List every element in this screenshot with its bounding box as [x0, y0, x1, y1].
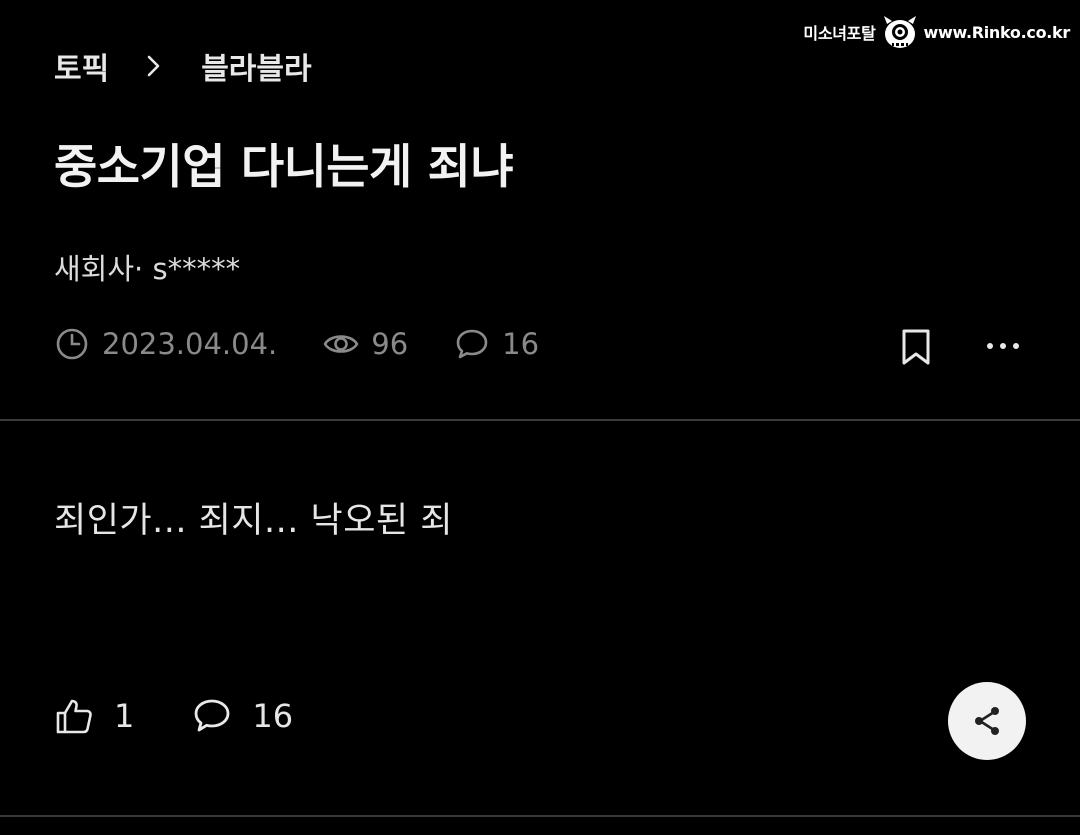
watermark-site-name: 미소녀포탈	[803, 24, 876, 43]
post-views-count: 96	[371, 327, 409, 361]
post-author[interactable]: 새회사· s*****	[54, 246, 240, 288]
post-title: 중소기업 다니는게 죄냐	[54, 140, 514, 195]
share-icon	[975, 707, 999, 735]
comment-count: 16	[252, 697, 294, 735]
breadcrumb: 토픽 블라블라	[54, 44, 312, 88]
post-comments-count: 16	[502, 327, 540, 361]
divider	[0, 419, 1080, 421]
post-comments: 16	[454, 326, 539, 362]
comment-bubble-icon	[456, 329, 488, 359]
eye-icon	[323, 335, 359, 353]
comment-bubble-icon	[194, 699, 230, 732]
like-count: 1	[114, 697, 135, 735]
breadcrumb-topic[interactable]: 토픽	[54, 44, 109, 88]
post-date-text: 2023.04.04.	[102, 327, 278, 361]
post-meta: 2023.04.04. 96 16	[54, 326, 539, 362]
bookmark-icon[interactable]	[898, 328, 934, 366]
chevron-right-icon	[139, 52, 167, 80]
comment-button[interactable]: 16	[192, 696, 293, 736]
post-views: 96	[323, 326, 408, 362]
watermark: 미소녀포탈 www.Rinko.co.kr	[803, 12, 1070, 52]
watermark-url: www.Rinko.co.kr	[923, 22, 1071, 42]
breadcrumb-board[interactable]: 블라블라	[201, 44, 311, 88]
post-actions: 1 16	[54, 696, 293, 736]
divider	[0, 815, 1080, 817]
post-page: 미소녀포탈 www.Rinko.co.kr 토픽 블라블라 중소기업 다니는게 …	[0, 0, 1080, 835]
more-dots-icon[interactable]	[982, 330, 1024, 362]
post-date: 2023.04.04.	[54, 326, 277, 362]
share-button[interactable]	[948, 682, 1026, 760]
watermark-logo-icon	[883, 16, 916, 48]
post-body: 죄인가... 죄지... 낙오된 죄	[54, 501, 453, 541]
clock-icon	[56, 328, 88, 360]
like-button[interactable]: 1	[54, 696, 134, 736]
thumbs-up-icon	[56, 699, 92, 734]
